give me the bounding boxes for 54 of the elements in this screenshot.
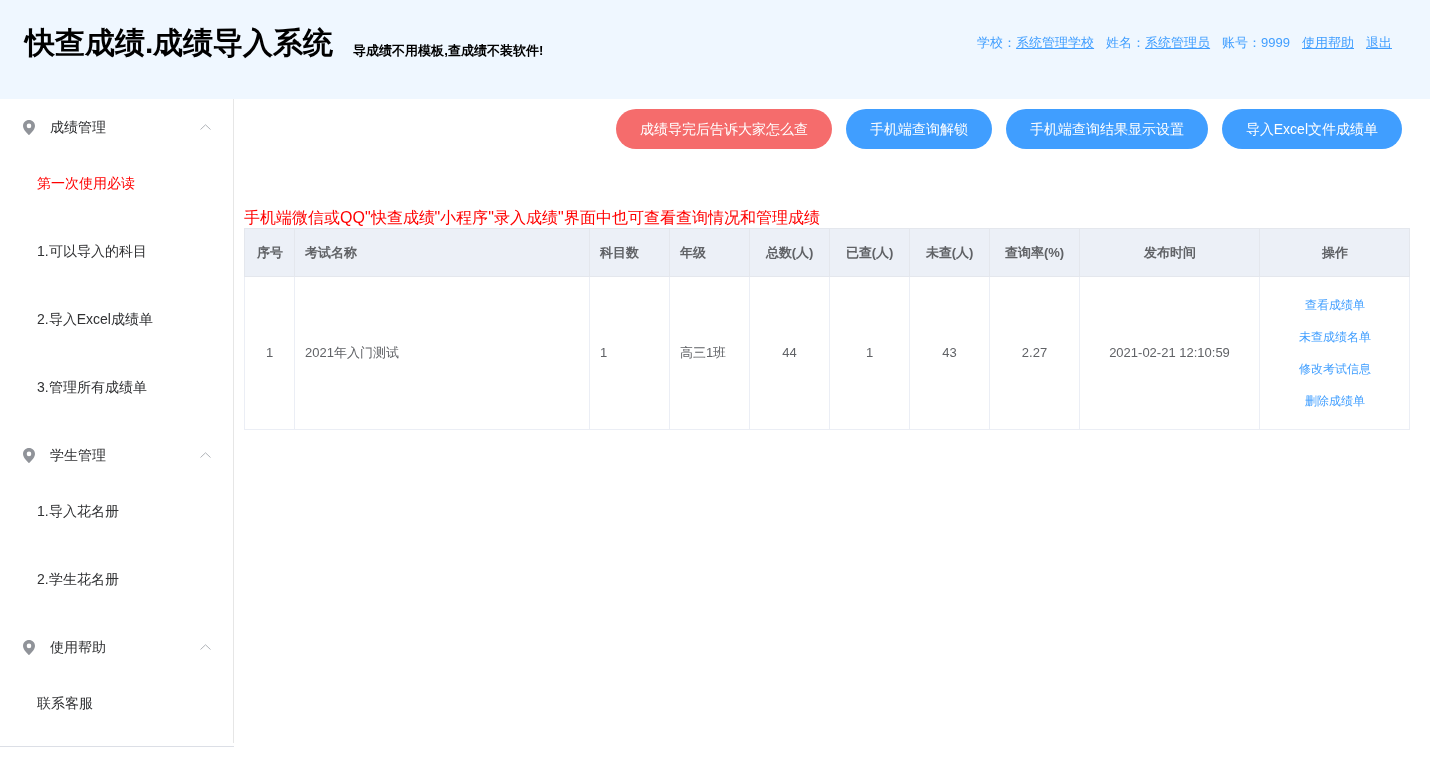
- row-action-link[interactable]: 查看成绩单: [1304, 296, 1365, 314]
- table-cell: 高三1班: [669, 276, 750, 430]
- account-link[interactable]: 系统管理学校: [1016, 32, 1095, 53]
- column-header: 查询率(%): [989, 228, 1080, 277]
- table-cell: 44: [749, 276, 830, 430]
- row-action-link[interactable]: 未查成绩名单: [1298, 328, 1371, 346]
- menu-item[interactable]: 1.导入花名册: [37, 503, 119, 519]
- account-label: 学校：: [977, 33, 1017, 52]
- header-link[interactable]: 使用帮助: [1302, 32, 1354, 53]
- account-label: 姓名：: [1106, 33, 1146, 52]
- table-cell: 2.27: [989, 276, 1080, 430]
- menu-item[interactable]: 1.可以导入的科目: [37, 243, 147, 259]
- menu-group-header[interactable]: 学生管理: [0, 427, 233, 483]
- location-pin-icon: [23, 639, 35, 655]
- menu-item[interactable]: 联系客服: [37, 695, 93, 711]
- column-header: 未查(人): [909, 228, 990, 277]
- table-cell: 2021-02-21 12:10:59: [1079, 276, 1260, 430]
- chevron-up-icon[interactable]: [200, 124, 211, 130]
- location-pin-icon: [23, 119, 35, 135]
- site-title: 快查成绩.成绩导入系统: [25, 27, 334, 58]
- chevron-up-icon[interactable]: [200, 644, 211, 650]
- column-header: 发布时间: [1079, 228, 1260, 277]
- menu-item[interactable]: 第一次使用必读: [37, 175, 135, 191]
- column-header: 总数(人): [749, 228, 830, 277]
- header-link[interactable]: 退出: [1366, 32, 1392, 53]
- action-button[interactable]: 手机端查询结果显示设置: [1005, 109, 1208, 149]
- column-header: 操作: [1259, 228, 1410, 277]
- column-header: 序号: [244, 228, 295, 277]
- notice-text: 手机端微信或QQ"快查成绩"小程序"录入成绩"界面中也可查看查询情况和管理成绩: [244, 208, 821, 228]
- row-action-link[interactable]: 修改考试信息: [1298, 360, 1371, 378]
- menu-item[interactable]: 3.管理所有成绩单: [37, 379, 147, 395]
- table-cell: 1: [244, 276, 295, 430]
- menu-group-header[interactable]: 成绩管理: [0, 99, 233, 155]
- menu-item[interactable]: 2.学生花名册: [37, 571, 119, 587]
- column-header: 考试名称: [294, 228, 590, 277]
- action-button[interactable]: 手机端查询解锁: [845, 109, 992, 149]
- table-cell: 43: [909, 276, 990, 430]
- table-cell: 1: [829, 276, 910, 430]
- column-header: 科目数: [589, 228, 670, 277]
- account-value: 9999: [1261, 33, 1290, 52]
- account-link[interactable]: 系统管理员: [1145, 32, 1211, 53]
- column-header: 已查(人): [829, 228, 910, 277]
- site-slogan: 导成绩不用模板,查成绩不装软件!: [353, 43, 544, 57]
- chevron-up-icon[interactable]: [200, 452, 211, 458]
- menu-group-header[interactable]: 使用帮助: [0, 619, 233, 675]
- action-button[interactable]: 导入Excel文件成绩单: [1221, 109, 1402, 149]
- row-action-link[interactable]: 删除成绩单: [1304, 392, 1365, 410]
- table-cell: 2021年入门测试: [294, 276, 590, 430]
- menu-item[interactable]: 2.导入Excel成绩单: [37, 311, 153, 327]
- location-pin-icon: [23, 447, 35, 463]
- column-header: 年级: [669, 228, 750, 277]
- action-button[interactable]: 成绩导完后告诉大家怎么查: [615, 109, 832, 149]
- account-label: 账号：: [1222, 33, 1262, 52]
- table-cell: 1: [589, 276, 670, 430]
